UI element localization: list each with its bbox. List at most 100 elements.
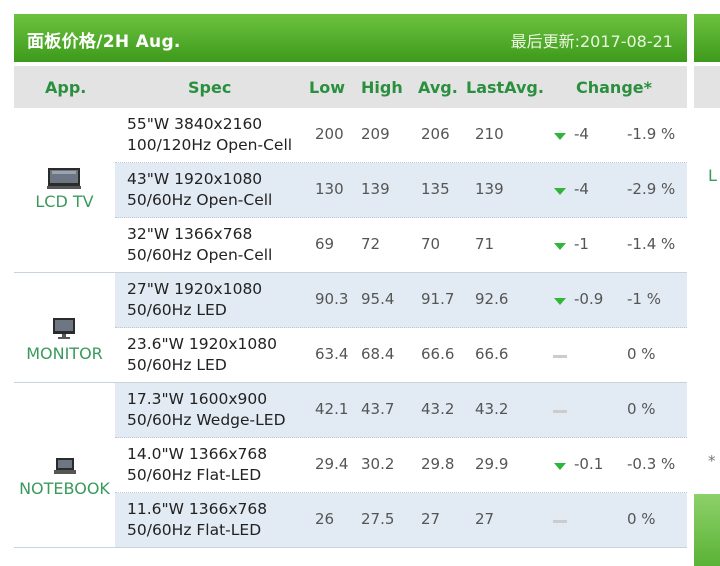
spec-line-2: 50/60Hz Open-Cell xyxy=(127,246,273,264)
trend-down-icon xyxy=(554,188,566,195)
trend-down-icon xyxy=(554,298,566,305)
panel-title: 面板价格/2H Aug. xyxy=(27,32,181,52)
adjacent-panel-button[interactable] xyxy=(694,494,720,566)
cell-change: -4 xyxy=(574,180,589,198)
cell-low: 26 xyxy=(315,510,335,528)
trend-flat-icon xyxy=(553,410,567,413)
cell-change: -1 xyxy=(574,235,589,253)
cell-avg: 66.6 xyxy=(421,345,455,363)
cell-high: 95.4 xyxy=(361,290,395,308)
trend-flat-icon xyxy=(553,520,567,523)
column-header-row: App. Spec Low High Avg. LastAvg. Change* xyxy=(14,66,687,108)
spec-line-2: 50/60Hz LED xyxy=(127,301,227,319)
cell-low: 42.1 xyxy=(315,400,349,418)
cell-high: 43.7 xyxy=(361,400,395,418)
col-change[interactable]: Change* xyxy=(576,78,652,97)
category-monitor[interactable]: MONITOR xyxy=(14,318,115,373)
table-row[interactable]: 17.3"W 1600x900 50/60Hz Wedge-LED 42.1 43.7… xyxy=(14,383,687,438)
category-label: MONITOR xyxy=(26,344,103,363)
cell-change-percent: -1 % xyxy=(627,290,661,308)
cell-high: 209 xyxy=(361,125,390,143)
cell-lastavg: 66.6 xyxy=(475,345,509,363)
cell-low: 29.4 xyxy=(315,455,349,473)
cell-lastavg: 92.6 xyxy=(475,290,509,308)
col-spec[interactable]: Spec xyxy=(188,78,231,97)
notebook-icon xyxy=(54,458,76,474)
cell-high: 68.4 xyxy=(361,345,395,363)
cell-change-percent: 0 % xyxy=(627,400,656,418)
cell-high: 30.2 xyxy=(361,455,395,473)
row-divider xyxy=(115,162,687,163)
panel-header: 面板价格/2H Aug. 最后更新:2017-08-21 xyxy=(14,14,687,62)
monitor-icon xyxy=(53,318,75,339)
trend-down-icon xyxy=(554,463,566,470)
cell-avg: 29.8 xyxy=(421,455,455,473)
table-row[interactable]: 55"W 3840x2160 100/120Hz Open-Cell 200 209 2… xyxy=(14,108,687,163)
row-divider xyxy=(115,492,687,493)
last-updated: 最后更新:2017-08-21 xyxy=(510,32,673,51)
cell-avg: 206 xyxy=(421,125,450,143)
cell-spec: 32"W 1366x768 50/60Hz Open-Cell xyxy=(127,224,272,266)
trend-flat-icon xyxy=(553,355,567,358)
cell-change-percent: 0 % xyxy=(627,345,656,363)
category-notebook[interactable]: NOTEBOOK xyxy=(14,453,115,508)
adjacent-panel-header xyxy=(694,14,720,62)
cell-spec: 27"W 1920x1080 50/60Hz LED xyxy=(127,279,262,321)
col-low[interactable]: Low xyxy=(309,78,345,97)
cell-low: 63.4 xyxy=(315,345,349,363)
row-divider xyxy=(14,547,687,548)
panel-price-widget: 面板价格/2H Aug. 最后更新:2017-08-21 App. Spec L… xyxy=(14,14,687,548)
adjacent-panel-colhead xyxy=(694,66,720,108)
cell-lastavg: 43.2 xyxy=(475,400,509,418)
cell-low: 69 xyxy=(315,235,335,253)
col-avg[interactable]: Avg. xyxy=(418,78,458,97)
cell-spec: 43"W 1920x1080 50/60Hz Open-Cell xyxy=(127,169,272,211)
cell-change: -0.9 xyxy=(574,290,604,308)
col-lastavg[interactable]: LastAvg. xyxy=(466,78,544,97)
spec-line-2: 50/60Hz Flat-LED xyxy=(127,521,262,539)
spec-line-1: 14.0"W 1366x768 xyxy=(127,445,268,463)
cell-lastavg: 29.9 xyxy=(475,455,509,473)
spec-line-1: 17.3"W 1600x900 xyxy=(127,390,268,408)
trend-down-icon xyxy=(554,243,566,250)
cell-high: 27.5 xyxy=(361,510,395,528)
cell-low: 130 xyxy=(315,180,344,198)
spec-line-2: 50/60Hz Wedge-LED xyxy=(127,411,286,429)
cell-avg: 91.7 xyxy=(421,290,455,308)
spec-line-2: 100/120Hz Open-Cell xyxy=(127,136,293,154)
row-divider xyxy=(115,437,687,438)
cell-change-percent: -1.4 % xyxy=(627,235,676,253)
trend-down-icon xyxy=(554,133,566,140)
cell-avg: 70 xyxy=(421,235,441,253)
category-label: NOTEBOOK xyxy=(19,479,110,498)
cell-low: 90.3 xyxy=(315,290,349,308)
tv-icon xyxy=(47,168,81,189)
cell-high: 139 xyxy=(361,180,390,198)
cell-avg: 43.2 xyxy=(421,400,455,418)
spec-line-1: 23.6"W 1920x1080 xyxy=(127,335,277,353)
cell-lastavg: 71 xyxy=(475,235,495,253)
spec-line-1: 55"W 3840x2160 xyxy=(127,115,263,133)
table-row[interactable]: 32"W 1366x768 50/60Hz Open-Cell 69 72 70 71 -1… xyxy=(14,218,687,273)
spec-line-2: 50/60Hz Open-Cell xyxy=(127,191,273,209)
cell-change-percent: -0.3 % xyxy=(627,455,676,473)
cell-avg: 135 xyxy=(421,180,450,198)
cell-spec: 55"W 3840x2160 100/120Hz Open-Cell xyxy=(127,114,292,156)
spec-line-1: 43"W 1920x1080 xyxy=(127,170,263,188)
cell-lastavg: 210 xyxy=(475,125,504,143)
adjacent-panel-asterisk: * xyxy=(708,452,716,470)
row-divider xyxy=(115,327,687,328)
col-app[interactable]: App. xyxy=(45,78,86,97)
spec-line-2: 50/60Hz LED xyxy=(127,356,227,374)
adjacent-panel-letter: L xyxy=(708,166,717,185)
cell-change-percent: -2.9 % xyxy=(627,180,676,198)
category-lcd-tv[interactable]: LCD TV xyxy=(14,163,115,218)
spec-line-2: 50/60Hz Flat-LED xyxy=(127,466,262,484)
cell-low: 200 xyxy=(315,125,344,143)
spec-line-1: 11.6"W 1366x768 xyxy=(127,500,268,518)
col-high[interactable]: High xyxy=(361,78,403,97)
cell-change-percent: -1.9 % xyxy=(627,125,676,143)
row-divider xyxy=(14,272,687,273)
cell-spec: 17.3"W 1600x900 50/60Hz Wedge-LED xyxy=(127,389,286,431)
spec-line-1: 27"W 1920x1080 xyxy=(127,280,263,298)
